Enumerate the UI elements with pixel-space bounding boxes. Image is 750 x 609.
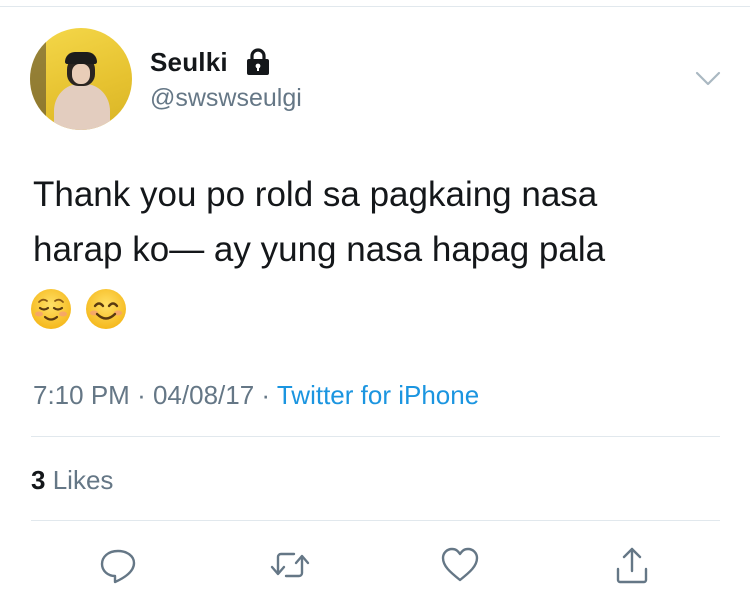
share-button[interactable] <box>610 543 654 587</box>
tweet-source-link[interactable]: Twitter for iPhone <box>277 380 479 410</box>
avatar-shadow <box>30 28 46 130</box>
display-name[interactable]: Seulki <box>150 47 228 78</box>
reply-icon <box>100 549 136 584</box>
smiling-face-emoji-icon <box>86 289 126 329</box>
divider <box>31 520 720 521</box>
tweet-date[interactable]: 04/08/17 <box>153 380 254 410</box>
relaxed-face-emoji-icon <box>31 289 71 329</box>
likes-stat[interactable]: 3 Likes <box>31 465 113 496</box>
tweet-time[interactable]: 7:10 PM <box>33 380 130 410</box>
like-icon <box>441 547 479 582</box>
avatar-cap <box>65 52 97 64</box>
avatar-face <box>72 64 90 84</box>
user-handle[interactable]: @swswseulgi <box>150 84 302 113</box>
tweet-text: Thank you po rold sa pagkaing nasa harap… <box>33 167 723 277</box>
share-icon <box>616 547 648 584</box>
retweet-button[interactable] <box>268 543 312 587</box>
avatar-coat <box>54 84 110 130</box>
lock-icon <box>247 48 269 75</box>
divider <box>31 436 720 437</box>
like-button[interactable] <box>438 543 482 587</box>
meta-separator: · <box>261 380 271 410</box>
likes-label: Likes <box>52 465 114 495</box>
meta-separator: · <box>137 380 146 410</box>
avatar[interactable] <box>30 28 132 130</box>
tweet-text-line: harap ko— ay yung nasa hapag pala <box>33 230 606 269</box>
retweet-icon <box>270 552 310 578</box>
tweet-text-line: Thank you po rold sa pagkaing nasa <box>33 175 598 214</box>
tweet-meta: 7:10 PM · 04/08/17 · Twitter for iPhone <box>33 380 479 411</box>
chevron-down-icon[interactable] <box>694 70 722 88</box>
likes-count: 3 <box>31 465 46 495</box>
top-divider <box>0 6 750 7</box>
reply-button[interactable] <box>96 543 140 587</box>
